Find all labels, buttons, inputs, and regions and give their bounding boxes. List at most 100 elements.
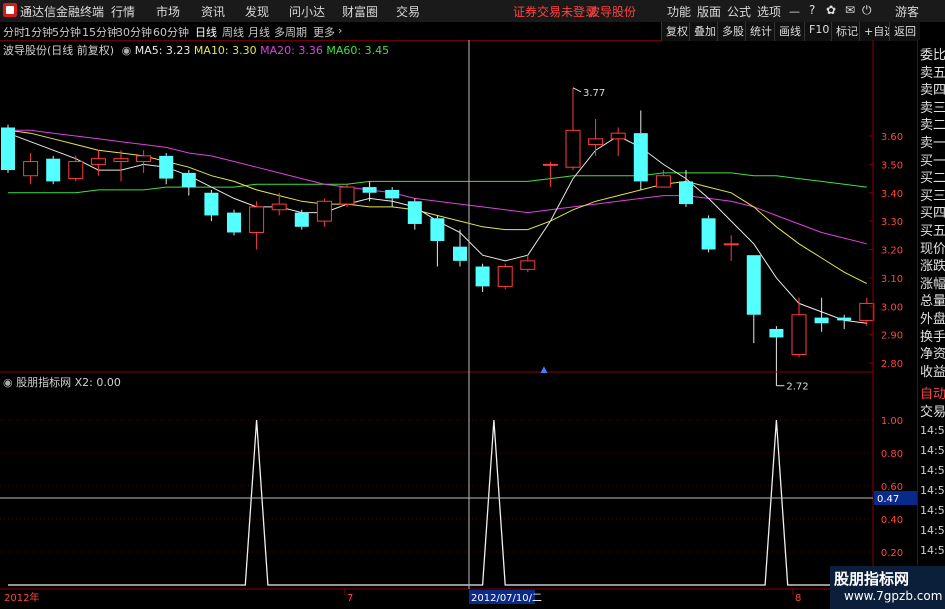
period-daily[interactable]: 日线 <box>195 24 217 40</box>
candle-body-down <box>837 317 852 321</box>
price-tick-label: 3.40 <box>881 189 903 200</box>
price-tick-label: 2.80 <box>881 359 903 370</box>
price-tick-label: 3.00 <box>881 302 903 313</box>
menu-item-functions[interactable]: 功能 <box>667 3 691 20</box>
watermark-url: www.7gpzb.com <box>844 589 943 603</box>
menu-item-trade[interactable]: 交易 <box>396 3 420 20</box>
menu-item-layout[interactable]: 版面 <box>697 3 721 20</box>
candle <box>249 201 265 250</box>
menu-item-assistant[interactable]: 问小达 <box>289 3 325 20</box>
candle-body-down <box>362 187 377 193</box>
top-menu-bar: 通达信金融终端 行情 市场 资讯 发现 问小达 财富圈 交易 证券交易未登录 波… <box>0 0 945 23</box>
legend-stock-name: 波导股份(日线 前复权) <box>3 44 115 57</box>
candle-body-up <box>497 266 513 287</box>
period-more[interactable]: 更多 <box>313 24 335 40</box>
kline-chart[interactable]: 3.60 3.50 3.40 3.30 3.20 3.10 3.00 2.90 2.80 1.00… <box>0 40 917 609</box>
power-icon[interactable]: ⏻ <box>862 3 872 18</box>
candle <box>633 110 648 190</box>
tool-back[interactable]: 返回 <box>889 22 920 41</box>
price-tick-label: 3.10 <box>881 274 903 285</box>
candle-body-up <box>68 161 84 180</box>
app-title: 通达信金融终端 <box>20 5 105 19</box>
trade-login-warning[interactable]: 证券交易未登录 <box>513 3 597 20</box>
quote-field-label: 买二 <box>920 171 945 187</box>
candle <box>430 215 445 267</box>
tool-overlay[interactable]: 叠加 <box>689 22 720 41</box>
guest-label[interactable]: 游客 <box>895 3 919 20</box>
candle <box>475 263 490 293</box>
candle-body-down <box>46 158 61 182</box>
candle-body-up <box>23 161 39 177</box>
candle-body-up <box>249 206 265 233</box>
sub-indicator-name: 股朋指标网 <box>16 376 72 389</box>
high-marker-line <box>572 87 582 93</box>
candle <box>90 150 106 176</box>
auto-tab[interactable]: 自动 <box>920 383 945 402</box>
tool-multi-stock[interactable]: 多股 <box>717 22 748 41</box>
tool-f10[interactable]: F10 <box>804 22 834 41</box>
menu-item-options[interactable]: 选项 <box>757 3 781 20</box>
quote-field-label: 卖三 <box>920 100 945 116</box>
period-15min[interactable]: 15分钟 <box>82 24 118 40</box>
legend-ma5: MA5: 3.23 <box>134 44 191 57</box>
sub-tick-label: 1.00 <box>881 416 903 427</box>
menu-item-quotes[interactable]: 行情 <box>111 3 135 20</box>
price-tick-label: 3.30 <box>881 217 903 228</box>
help-icon[interactable]: ? <box>809 3 815 17</box>
candle <box>859 297 875 327</box>
menu-item-market[interactable]: 市场 <box>156 3 180 20</box>
skin-icon[interactable]: ✿ <box>826 3 836 17</box>
period-multi[interactable]: 多周期 <box>274 24 307 40</box>
crosshair-price-label: 0.47 <box>877 494 899 505</box>
main-legend: 波导股份(日线 前复权) ◉ MA5: 3.23 MA10: 3.30 MA20… <box>3 42 389 58</box>
candle-body-up <box>316 200 332 222</box>
candle <box>204 189 219 222</box>
candle-body-down <box>407 201 422 224</box>
mail-icon[interactable]: ✉ <box>845 3 855 17</box>
period-more-arrow-icon[interactable]: › <box>338 24 342 37</box>
minimize-icon[interactable]: — <box>789 5 800 18</box>
candle-body-up <box>271 203 287 211</box>
price-tick-label: 2.90 <box>881 331 903 342</box>
period-5min[interactable]: 5分钟 <box>52 24 81 40</box>
quote-field-label: 买五 <box>920 224 945 239</box>
trade-tab[interactable]: 交易 <box>920 401 945 420</box>
period-intraday[interactable]: 分时 <box>3 24 25 40</box>
candle <box>407 198 422 230</box>
candle-body-down <box>227 212 241 233</box>
menu-item-formula[interactable]: 公式 <box>727 3 751 20</box>
candle <box>453 229 467 267</box>
candle <box>588 118 604 156</box>
tick-time: 14:56 <box>920 444 945 457</box>
candle <box>542 161 558 188</box>
sub-legend-toggle-icon[interactable]: ◉ <box>3 376 13 389</box>
tool-adjust[interactable]: 复权 <box>661 22 692 41</box>
menu-item-discover[interactable]: 发现 <box>245 3 269 20</box>
candle-body-down <box>385 189 400 199</box>
period-monthly[interactable]: 月线 <box>248 24 270 40</box>
candle <box>339 184 355 207</box>
candle <box>1 124 15 173</box>
indicator-line <box>8 419 867 586</box>
candle-body-up <box>136 155 152 163</box>
period-1min[interactable]: 1分钟 <box>24 24 53 40</box>
ma60-line <box>8 172 867 194</box>
candle-body-up <box>723 243 739 246</box>
menu-item-news[interactable]: 资讯 <box>201 3 225 20</box>
candle <box>316 198 332 227</box>
period-30min[interactable]: 30分钟 <box>116 24 152 40</box>
tick-time: 14:56 <box>920 464 945 477</box>
tool-stats[interactable]: 统计 <box>745 22 776 41</box>
tool-mark[interactable]: 标记 <box>831 22 862 41</box>
legend-ma10: MA10: 3.30 <box>193 44 257 57</box>
crosshair-date-label: 2012/07/10/二 <box>471 593 542 604</box>
candle <box>814 297 829 332</box>
menu-item-wealth[interactable]: 财富圈 <box>342 3 378 20</box>
candle-body-down <box>475 266 490 287</box>
period-60min[interactable]: 60分钟 <box>153 24 189 40</box>
period-weekly[interactable]: 周线 <box>222 24 244 40</box>
legend-toggle-icon[interactable]: ◉ <box>122 44 132 57</box>
sub-tick-label: 0.80 <box>881 449 903 460</box>
candle <box>385 187 400 207</box>
tool-draw[interactable]: 画线 <box>774 22 805 41</box>
